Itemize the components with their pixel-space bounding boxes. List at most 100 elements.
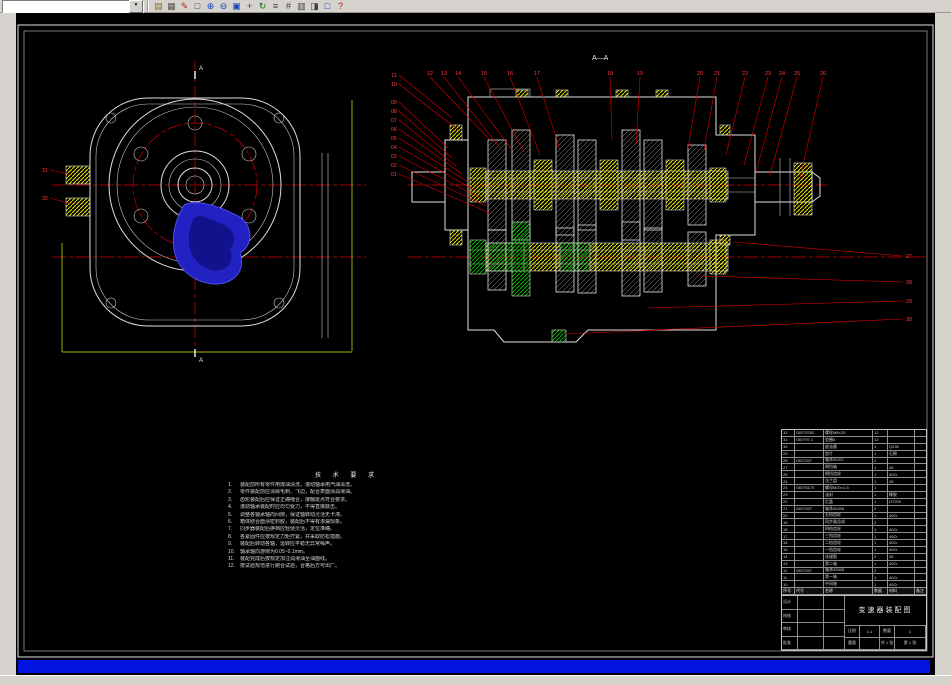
chevron-down-icon[interactable]: ▼ (129, 0, 143, 13)
title-block-right: 变速器装配图 比例 1:1 数量 1 重量 共 1 张 第 1 张 (845, 596, 926, 650)
callout: 02 (391, 163, 397, 169)
views-icon[interactable]: ▥ (295, 0, 308, 12)
parts-row: 11 第一轴 1 40Cr (782, 574, 926, 582)
meta-cell: 比例 (845, 625, 860, 638)
meta-cell (860, 637, 880, 650)
parts-row: 16 二档齿轮 1 40Cr (782, 540, 926, 547)
parts-row: 12 GB/T297 轴承30205 2 (782, 567, 926, 575)
meta-cell: 第 1 张 (895, 637, 926, 650)
note-item: 4. 滚动轴承装配时应均匀受力，不得直接敲击。 (228, 504, 341, 511)
section-view (411, 88, 821, 343)
open-icon[interactable]: ▤ (152, 0, 165, 12)
drawing-title: 变速器装配图 (845, 596, 926, 626)
parts-list: 32 GB/T5782 螺栓M8×25 12 31 GB/T97.1 垫圈8 12 30 放油塞 1… (782, 430, 926, 595)
highlight-bar[interactable] (18, 660, 930, 673)
section-mark-top: A (199, 66, 203, 72)
parts-row: 31 GB/T97.1 垫圈8 12 (782, 436, 926, 444)
note-item: 3. 齿轮装配后应保证正确啮合，接触斑点符合要求。 (228, 496, 351, 503)
title-block-bottom: 设计 校核 审核 批准 变速器装配图 比例 1:1 数量 1 重量 共 1 张 第 1… (782, 595, 926, 650)
callout: 26 (820, 71, 826, 77)
parts-row: 29 垫片 1 石棉 (782, 450, 926, 458)
callout: 05 (391, 136, 397, 142)
callout: 30 (906, 317, 912, 323)
callout: 03 (391, 154, 397, 160)
callout: 11 (391, 73, 397, 79)
shade-icon[interactable]: ◨ (308, 0, 321, 12)
parts-row: 24 GB/T6170 螺母M20×1.5 1 (782, 485, 926, 492)
callout: 16 (507, 71, 513, 77)
parts-row: 13 第二轴 1 40Cr (782, 560, 926, 568)
parts-row: 25 法兰盘 1 45 (782, 478, 926, 485)
toolbar-icons: ▤ ▦ ✎ □ ⊕ ⊖ ▣ + ↻ ≡ # ▥ ◨ □? (152, 0, 347, 12)
parts-row: 15 一档齿轮 1 40Cr (782, 546, 926, 554)
callout: 25 (794, 71, 800, 77)
parts-row: 20 五档齿轮 1 40Cr (782, 512, 926, 520)
sig-row: 设计 (782, 596, 844, 610)
command-combo[interactable]: ▼ (2, 0, 144, 13)
callout: 21 (714, 71, 720, 77)
measure-icon[interactable]: # (282, 0, 295, 12)
drawing-canvas[interactable]: 11 10 09 08 07 06 05 04 03 02 01 12 13 1… (16, 13, 935, 675)
callout: 19 (637, 71, 643, 77)
note-item: 11. 装配完成后按规定加注润滑油至油面线。 (228, 556, 331, 563)
zoom-in-icon[interactable]: ⊕ (204, 0, 217, 12)
parts-row: 32 GB/T5782 螺栓M8×25 12 (782, 430, 926, 437)
technical-notes: 技 术 要 求 1. 装配前所有零件用煤油清洗，滚动轴承用汽油清洗。 2. 零件装配前… (228, 470, 466, 571)
callout: 28 (906, 280, 912, 286)
callout: 07 (391, 118, 397, 124)
help-icon[interactable]: ? (334, 0, 347, 12)
parts-row: 10 中间轴 1 40Cr (782, 581, 926, 589)
callout: 01 (391, 172, 397, 178)
toolbar-separator (147, 0, 149, 12)
callout: 09 (391, 100, 397, 106)
parts-row: 17 三档齿轮 1 40Cr (782, 533, 926, 540)
meta-cell: 1:1 (860, 625, 880, 638)
front-view (65, 97, 329, 338)
pencil-icon[interactable]: ✎ (178, 0, 191, 12)
note-item: 9. 装配后转动各轴，运转应平稳无异常噪声。 (228, 541, 336, 548)
fullscreen-icon[interactable]: □ (321, 0, 334, 12)
note-item: 6. 箱体结合面涂密封胶，装配后不得有渗漏现象。 (228, 519, 346, 526)
callout: 10 (391, 82, 397, 88)
layers-icon[interactable]: ≡ (269, 0, 282, 12)
parts-row: 30 放油塞 1 Q235 (782, 443, 926, 451)
callout: 31 (42, 168, 48, 174)
note-item: 5. 调整各轴承轴向间隙，保证轴转动灵活无卡滞。 (228, 511, 346, 518)
note-item: 12. 按试验规范进行跑合试验，合格后方可出厂。 (228, 563, 341, 570)
notes-title: 技 术 要 求 (314, 473, 379, 479)
callout: 24 (779, 71, 785, 77)
sig-row: 校核 (782, 609, 844, 623)
pan-icon[interactable]: + (243, 0, 256, 12)
parts-row: 28 GB/T297 轴承30207 2 (782, 457, 926, 465)
meta-cell: 数量 (880, 625, 895, 638)
zoom-window-icon[interactable]: ▣ (230, 0, 243, 12)
parts-row: 21 GB/T297 轴承30206 2 (782, 505, 926, 513)
parts-row: 22 后盖 1 HT200 (782, 498, 926, 506)
toolbar: ▼ ▤ ▦ ✎ □ ⊕ ⊖ ▣ + ↻ ≡ # ▥ ◨ □? (0, 0, 951, 13)
meta-cell: 重量 (845, 637, 860, 650)
callout: 27 (906, 254, 912, 260)
note-item: 7. 同步器装配后换档应轻便灵活，定位准确。 (228, 526, 336, 533)
title-block: 32 GB/T5782 螺栓M8×25 12 31 GB/T97.1 垫圈8 12 30 放油塞 1… (781, 429, 927, 651)
rotate-icon[interactable]: ↻ (256, 0, 269, 12)
callout: 14 (455, 71, 461, 77)
select-icon[interactable]: □ (191, 0, 204, 12)
meta-cell: 共 1 张 (880, 637, 895, 650)
parts-row: 14 花键毂 2 45 (782, 553, 926, 561)
print-icon[interactable]: ▦ (165, 0, 178, 12)
meta-cell: 1 (895, 625, 926, 638)
note-item: 1. 装配前所有零件用煤油清洗，滚动轴承用汽油清洗。 (228, 482, 356, 488)
parts-row: 23 油封 1 橡胶 (782, 491, 926, 499)
command-input[interactable] (3, 1, 129, 11)
callout: 13 (441, 71, 447, 77)
callout: 15 (481, 71, 487, 77)
callout: 06 (391, 127, 397, 133)
notes-list: 1. 装配前所有零件用煤油清洗，滚动轴承用汽油清洗。 2. 零件装配前应清除毛刺、飞边… (228, 482, 466, 571)
callout: 18 (607, 71, 613, 77)
zoom-out-icon[interactable]: ⊖ (217, 0, 230, 12)
parts-row: 19 同步器总成 2 (782, 519, 926, 527)
parts-header-row: 序号 代号 名称 数量 材料 备注 (782, 588, 926, 595)
parts-row: 26 倒挡齿轮 1 40Cr (782, 471, 926, 479)
callout: 12 (427, 71, 433, 77)
note-item: 2. 零件装配前应清除毛刺、飞边，配合表面涂润滑油。 (228, 489, 356, 496)
